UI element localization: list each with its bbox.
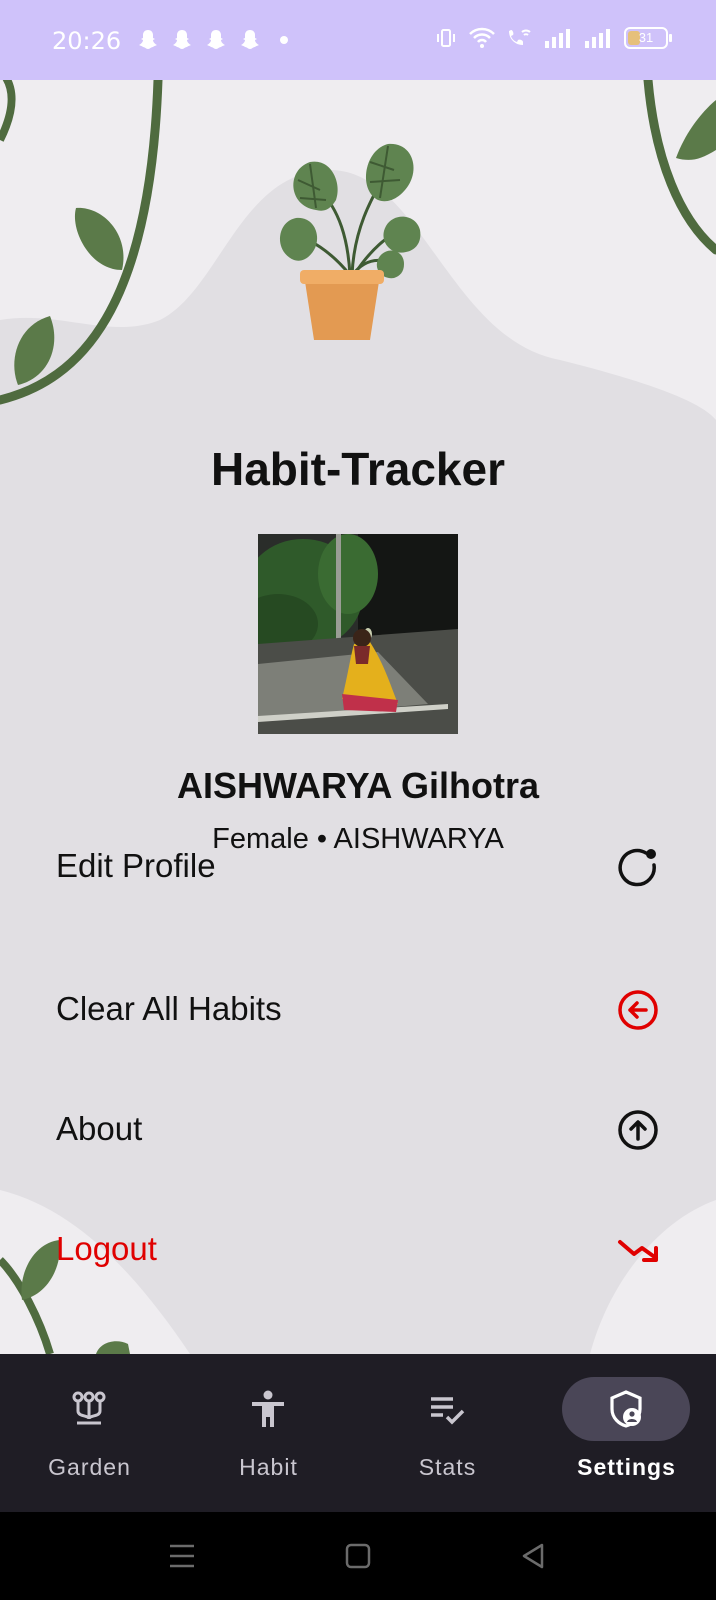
profile-name: AISHWARYA Gilhotra [176,765,540,806]
nav-garden-label: Garden [48,1454,131,1480]
wifi-icon [469,27,495,48]
nav-habit[interactable]: Habit [179,1354,358,1512]
checklist-icon [431,1397,465,1425]
signal-icon [585,29,610,48]
vibrate-icon [437,29,455,47]
app-logo-icon [279,143,421,340]
nav-garden[interactable]: Garden [0,1354,179,1512]
nav-habit-label: Habit [239,1454,298,1480]
clear-all-habits-item[interactable]: Clear All Habits [0,968,716,1048]
app-title: Habit-Tracker [210,443,505,495]
trending-down-icon[interactable] [616,1228,660,1272]
circle-arrow-left-icon[interactable] [616,988,660,1032]
shield-person-icon [610,1390,642,1428]
snapchat-icon [207,30,225,49]
about-item[interactable]: About [0,1088,716,1168]
person-icon [252,1390,284,1427]
profile-photo-image [258,534,458,734]
status-time: 20:26 [52,27,122,55]
about-label: About [56,1110,143,1147]
notification-icons [136,28,296,52]
bottom-navigation: Garden Habit Stats Settings [0,1354,716,1512]
system-navigation-bar [0,1512,716,1600]
snapchat-icon [173,30,191,49]
dot-icon [280,36,288,44]
nav-stats-label: Stats [418,1454,477,1480]
signal-icon [545,29,570,48]
edit-profile-item[interactable]: Edit Profile [0,825,716,905]
home-icon[interactable] [342,1540,374,1572]
snapchat-icon [139,30,157,49]
logout-label: Logout [56,1230,157,1267]
edit-profile-label: Edit Profile [56,847,216,884]
settings-screen: Habit-Tracker AISHWARYA Gilhotra Female … [0,80,716,1354]
nav-stats[interactable]: Stats [358,1354,537,1512]
status-bar: 20:26 31 [0,0,716,80]
profile-photo[interactable] [258,534,458,734]
circle-arrow-up-icon[interactable] [616,1108,660,1152]
snapchat-icon [241,30,259,49]
battery-level: 31 [638,30,654,45]
system-status-icons: 31 [434,26,672,50]
back-icon[interactable] [518,1540,550,1572]
nav-settings-label: Settings [577,1454,676,1480]
clear-all-habits-label: Clear All Habits [56,990,282,1027]
nav-settings[interactable]: Settings [537,1354,716,1512]
battery-icon: 31 [624,27,672,49]
logout-item[interactable]: Logout [0,1208,716,1288]
garden-icon [72,1391,106,1425]
recent-apps-icon[interactable] [166,1540,198,1572]
refresh-icon[interactable] [616,845,660,889]
wifi-calling-icon [509,29,531,45]
